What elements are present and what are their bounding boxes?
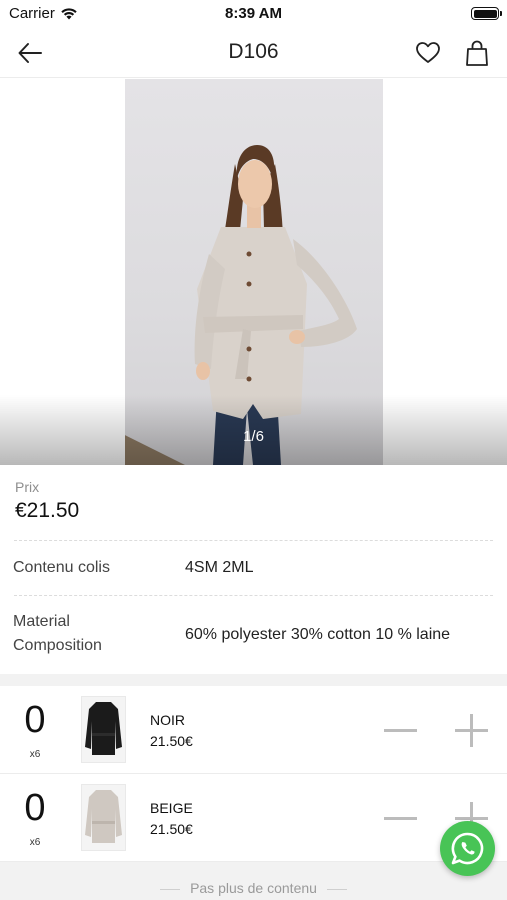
battery-icon [471,7,502,20]
coat-swatch-icon [85,790,122,843]
variant-color-name: BEIGE [150,800,193,816]
spec-label: Contenu colis [13,559,110,576]
variant-color-name: NOIR [150,712,185,728]
whatsapp-icon [451,832,484,865]
product-image-gallery[interactable]: 1/6 [0,79,507,465]
status-bar: Carrier 8:39 AM [0,0,507,28]
variant-row: 0 x6 BEIGE 21.50€ [0,774,507,862]
increase-quantity-button[interactable] [455,714,488,747]
price-label: Prix [15,479,40,495]
decrease-quantity-button[interactable] [384,817,417,820]
pack-multiplier: x6 [29,749,41,760]
price-value: €21.50 [15,499,80,522]
variant-price: 21.50€ [150,733,193,749]
end-note-text: Pas plus de contenu [190,880,317,896]
variant-thumbnail[interactable] [81,784,126,851]
quantity-value: 0 [24,699,46,741]
coat-swatch-icon [85,702,122,755]
whatsapp-button[interactable] [440,821,495,876]
end-of-content-note: Pas plus de contenu [0,880,507,896]
end-note-line [326,888,347,890]
quantity-value: 0 [24,787,46,829]
variant-price: 21.50€ [150,821,193,837]
shopping-bag-icon[interactable] [465,39,489,67]
section-separator [0,674,507,686]
decrease-quantity-button[interactable] [384,729,417,732]
gallery-counter: 1/6 [243,428,264,445]
end-note-line [160,888,181,890]
heart-icon[interactable] [415,40,441,66]
spec-value: 60% polyester 30% cotton 10 % laine [185,626,451,643]
spec-row-contents: Contenu colis 4SM 2ML [0,541,507,595]
spec-label: Material Composition [13,613,102,654]
nav-bar: D106 [0,28,507,78]
variant-thumbnail[interactable] [81,696,126,763]
variant-row: 0 x6 NOIR 21.50€ [0,686,507,774]
spec-value: 4SM 2ML [185,559,254,576]
pack-multiplier: x6 [29,837,41,848]
status-time: 8:39 AM [225,5,282,22]
spec-row-material: Material Composition 60% polyester 30% c… [0,596,507,674]
price-section: Prix €21.50 [0,465,507,523]
